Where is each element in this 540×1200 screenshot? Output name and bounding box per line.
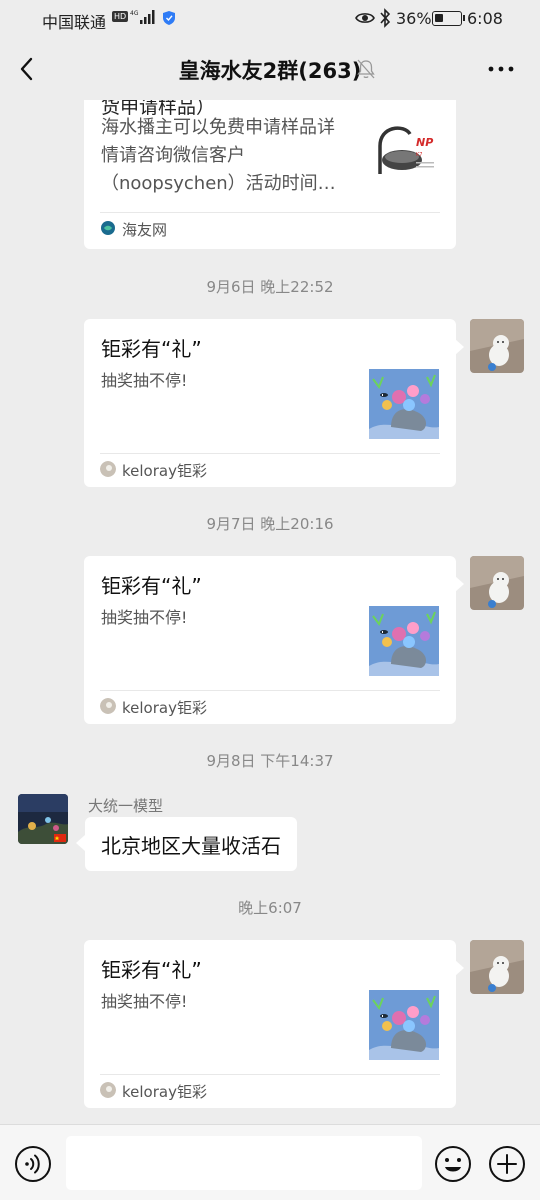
source-avatar-icon [100, 698, 116, 714]
card-source: keloray钜彩 [122, 1083, 207, 1101]
status-time: 6:08 [467, 9, 503, 28]
card-source: keloray钜彩 [122, 699, 207, 717]
source-avatar-icon [100, 461, 116, 477]
sender-name: 大统一模型 [88, 797, 164, 815]
source-avatar-icon [100, 1082, 116, 1098]
card-divider [100, 1074, 440, 1075]
product-thumbnail: NP K7 [374, 118, 438, 184]
link-card-message[interactable]: 货申请样品） 海水播主可以免费申请样品详情请咨询微信客户（noopsychen）… [84, 100, 456, 249]
card-description: 抽奖抽不停! [101, 992, 188, 1011]
card-source: 海友网 [122, 221, 168, 239]
source-logo-icon [101, 221, 115, 235]
timestamp: 9月7日 晚上20:16 [206, 515, 334, 533]
bluetooth-icon [380, 8, 391, 28]
link-card-message[interactable]: 钜彩有“礼” 抽奖抽不停! keloray钜彩 [84, 319, 456, 487]
card-title: 钜彩有“礼” [101, 958, 202, 982]
card-divider [100, 453, 440, 454]
shield-icon [163, 11, 175, 25]
timestamp: 9月6日 晚上22:52 [206, 278, 334, 296]
add-more-icon[interactable] [488, 1145, 526, 1183]
card-description: 海水播主可以免费申请样品详情请咨询微信客户（noopsychen）活动时间… [101, 117, 336, 194]
battery-icon [432, 11, 465, 26]
card-title: 钜彩有“礼” [101, 337, 202, 361]
text-message-bubble[interactable]: 北京地区大量收活石 [85, 817, 297, 871]
coral-reef-thumbnail [369, 369, 439, 439]
timestamp: 晚上6:07 [238, 899, 302, 917]
link-card-message[interactable]: 钜彩有“礼” 抽奖抽不停! keloray钜彩 [84, 940, 456, 1108]
voice-input-icon[interactable] [14, 1145, 52, 1183]
timestamp: 9月8日 下午14:37 [206, 752, 334, 770]
coral-reef-thumbnail [369, 606, 439, 676]
link-card-message[interactable]: 钜彩有“礼” 抽奖抽不停! keloray钜彩 [84, 556, 456, 724]
status-bar: 中国联通 HD 4G 36% 6:08 [0, 0, 540, 38]
chat-title: 皇海水友2群(263) [178, 59, 362, 83]
bubble-tail [455, 576, 464, 592]
chat-header: 皇海水友2群(263) [0, 38, 540, 100]
card-title: 钜彩有“礼” [101, 574, 202, 598]
bubble-tail [455, 339, 464, 355]
bubble-tail [76, 835, 85, 851]
user-avatar[interactable] [470, 940, 524, 994]
coral-reef-thumbnail [369, 990, 439, 1060]
message-input[interactable] [66, 1136, 422, 1190]
battery-percentage: 36% [396, 9, 432, 28]
hd-badge: HD [112, 11, 129, 22]
message-list[interactable]: 货申请样品） 海水播主可以免费申请样品详情请咨询微信客户（noopsychen）… [0, 100, 540, 1124]
signal-icon: 4G [130, 10, 155, 24]
card-description: 抽奖抽不停! [101, 371, 188, 390]
card-divider [100, 212, 440, 213]
sender-avatar[interactable] [18, 794, 68, 844]
user-avatar[interactable] [470, 556, 524, 610]
mute-bell-icon [357, 59, 375, 79]
input-bar [0, 1124, 540, 1200]
card-source: keloray钜彩 [122, 462, 207, 480]
card-description: 抽奖抽不停! [101, 608, 188, 627]
more-options-icon[interactable] [486, 58, 516, 80]
svg-text:NP: NP [416, 136, 433, 149]
user-avatar[interactable] [470, 319, 524, 373]
eye-icon [355, 13, 375, 23]
emoji-icon[interactable] [434, 1145, 472, 1183]
card-divider [100, 690, 440, 691]
bubble-tail [455, 960, 464, 976]
svg-text:4G: 4G [130, 10, 139, 17]
svg-text:K7: K7 [416, 152, 422, 158]
battery-level-fill [435, 14, 443, 22]
carrier-name: 中国联通 [42, 13, 107, 32]
